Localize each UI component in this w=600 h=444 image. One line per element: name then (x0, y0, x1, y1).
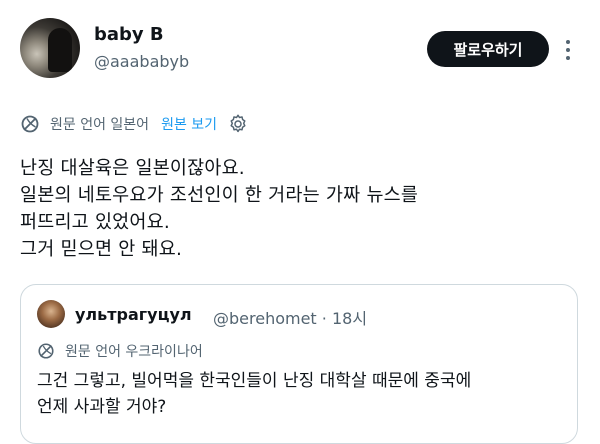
post-text-line: 일본의 네토우요가 조선인이 한 거라는 가짜 뉴스를 (20, 185, 419, 206)
follow-button[interactable]: 팔로우하기 (427, 31, 549, 67)
post-text-line: 퍼뜨리고 있었어요. (20, 212, 170, 233)
quoted-text-line: 그건 그렇고, 빌어먹을 한국인들이 난징 대학살 때문에 중국에 (37, 371, 472, 391)
author-avatar[interactable] (20, 18, 80, 78)
translate-icon (21, 115, 39, 133)
quoted-text-line: 언제 사과할 거야? (37, 397, 167, 417)
translation-language-label: 원문 언어 일본어 (50, 117, 150, 133)
more-vertical-icon[interactable] (560, 36, 576, 64)
show-original-link[interactable]: 원본 보기 (161, 114, 217, 134)
gear-icon[interactable] (227, 113, 249, 135)
quoted-translation-label: 원문 언어 우크라이나어 (65, 344, 203, 360)
quoted-post[interactable]: ультрагуцул @berehomet · 18시 원문 언어 우크라이나… (20, 284, 578, 444)
quoted-post-text: 그건 그렇고, 빌어먹을 한국인들이 난징 대학살 때문에 중국에 언제 사과할… (37, 368, 471, 420)
quoted-translation-bar: 원문 언어 우크라이나어 (37, 340, 203, 362)
author-name[interactable]: baby B (94, 24, 164, 45)
quoted-author-name[interactable]: ультрагуцул (75, 305, 192, 324)
quoted-author-avatar[interactable] (37, 300, 65, 328)
quoted-author-handle[interactable]: @berehomet · 18시 (213, 305, 367, 329)
author-handle[interactable]: @aaababyb (94, 52, 189, 71)
translation-bar: 원문 언어 일본어 원본 보기 (20, 111, 249, 137)
post-text-line: 그거 믿으면 안 돼요. (20, 239, 183, 260)
post-text: 난징 대살육은 일본이잖아요. 일본의 네토우요가 조선인이 한 거라는 가짜 … (20, 155, 418, 263)
translate-icon (38, 343, 54, 359)
post-text-line: 난징 대살육은 일본이잖아요. (20, 158, 245, 179)
